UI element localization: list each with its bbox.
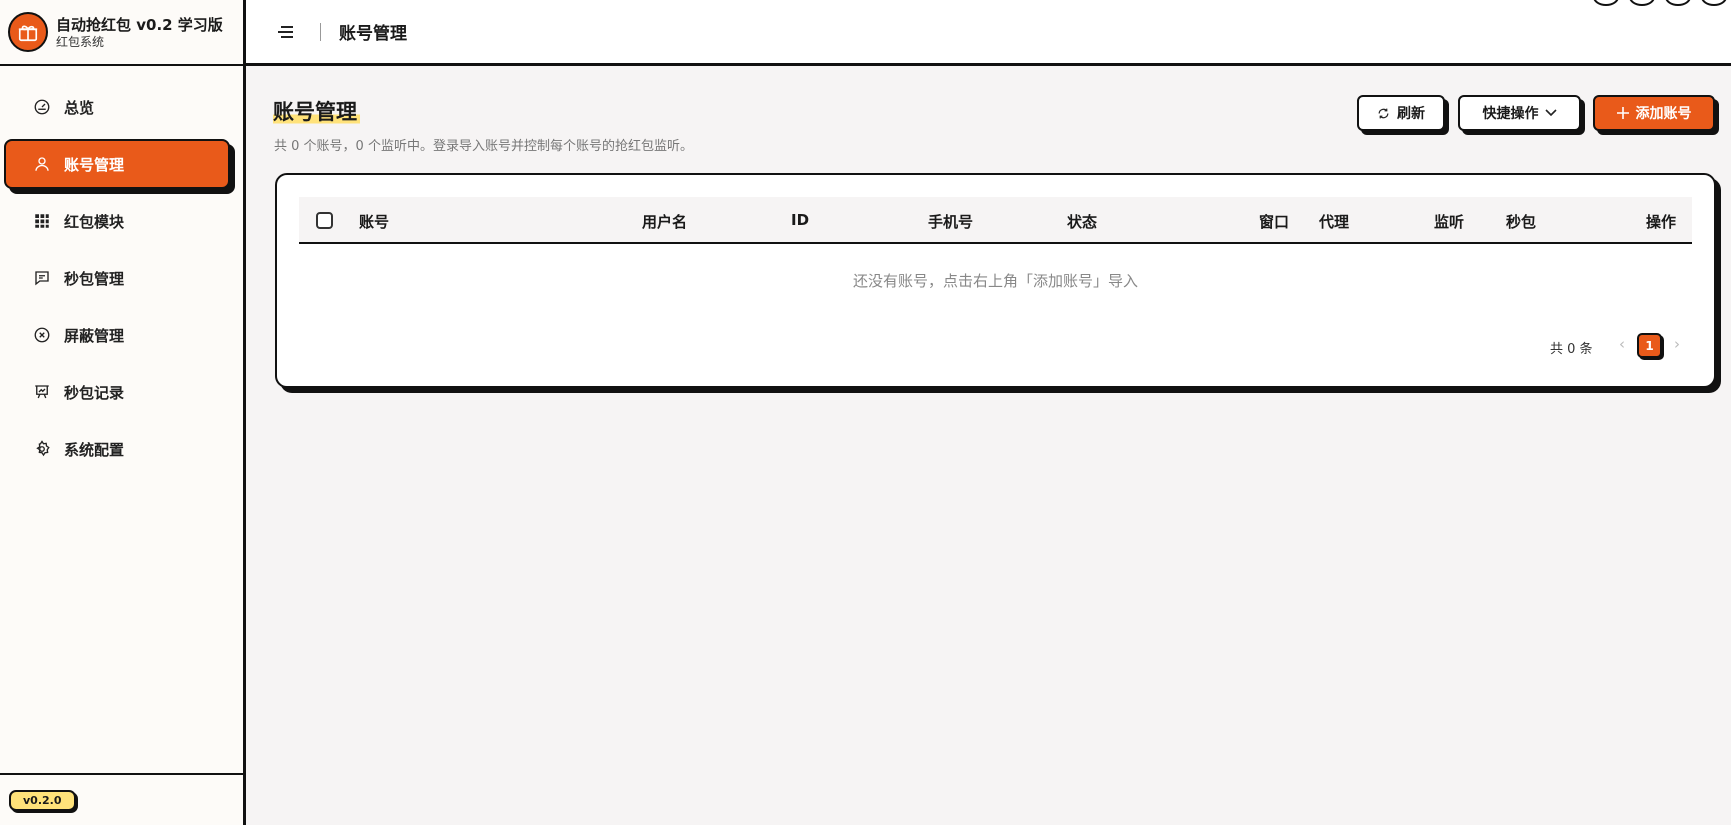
- gear-icon: [32, 439, 52, 459]
- brand-title: 自动抢红包 v0.2 学习版: [56, 15, 223, 34]
- header-action-button[interactable]: [1629, 0, 1655, 6]
- select-all-checkbox[interactable]: [316, 212, 333, 229]
- accounts-table-card: 账号 用户名 ID 手机号 状态 窗口 代理 监听 秒包 操作 还没有账号，点击…: [275, 173, 1716, 388]
- column-header[interactable]: 操作: [1646, 211, 1676, 232]
- refresh-label: 刷新: [1397, 106, 1425, 122]
- page-subtitle: 共 0 个账号，0 个监听中。登录导入账号并控制每个账号的抢红包监听。: [274, 139, 693, 154]
- sidebar-item-block-management[interactable]: 屏蔽管理: [4, 310, 230, 360]
- pagination-current-page[interactable]: 1: [1637, 333, 1662, 358]
- sidebar-item-label: 总览: [64, 98, 95, 117]
- table-header: 账号 用户名 ID 手机号 状态 窗口 代理 监听 秒包 操作: [299, 197, 1692, 244]
- sidebar: 自动抢红包 v0.2 学习版 红包系统 总览 账号管理 红包模块 秒包管理 屏蔽…: [0, 0, 246, 825]
- sidebar-item-redpacket-modules[interactable]: 红包模块: [4, 196, 230, 246]
- sidebar-footer: v0.2.0: [0, 773, 243, 825]
- header-action-button[interactable]: [1701, 0, 1727, 6]
- page-title: 账号管理: [273, 96, 360, 126]
- chevron-down-icon: [1544, 109, 1557, 117]
- sidebar-item-label: 屏蔽管理: [64, 326, 125, 345]
- empty-state-message: 还没有账号，点击右上角「添加账号」导入: [852, 272, 1138, 290]
- column-header[interactable]: 窗口: [1259, 211, 1289, 232]
- sidebar-nav: 总览 账号管理 红包模块 秒包管理 屏蔽管理 秒包记录 系统配置: [0, 66, 243, 474]
- column-header[interactable]: 代理: [1319, 211, 1349, 232]
- refresh-icon: [1377, 107, 1390, 120]
- column-header[interactable]: 状态: [1067, 211, 1097, 232]
- header-divider: [320, 22, 321, 41]
- sidebar-item-snipe-records[interactable]: 秒包记录: [4, 367, 230, 417]
- add-account-label: 添加账号: [1635, 106, 1692, 122]
- sidebar-item-label: 账号管理: [64, 155, 125, 174]
- chevron-right-icon[interactable]: ›: [1674, 335, 1680, 353]
- column-header[interactable]: 监听: [1434, 211, 1464, 232]
- column-header[interactable]: 手机号: [928, 211, 973, 232]
- breadcrumb-title: 账号管理: [339, 24, 407, 44]
- pagination-total: 共 0 条: [1550, 342, 1593, 357]
- column-header[interactable]: 秒包: [1506, 211, 1536, 232]
- add-account-button[interactable]: 添加账号: [1593, 95, 1715, 131]
- sidebar-item-system-config[interactable]: 系统配置: [4, 424, 230, 474]
- column-header[interactable]: 账号: [359, 211, 389, 232]
- brand: 自动抢红包 v0.2 学习版 红包系统: [0, 0, 243, 66]
- header-action-button[interactable]: [1593, 0, 1619, 6]
- column-header[interactable]: 用户名: [642, 211, 687, 232]
- menu-toggle-icon[interactable]: [276, 22, 296, 42]
- brand-subtitle: 红包系统: [56, 34, 105, 49]
- header-action-button[interactable]: [1665, 0, 1691, 6]
- sidebar-item-overview[interactable]: 总览: [4, 82, 230, 132]
- sidebar-item-label: 系统配置: [64, 440, 125, 459]
- gauge-icon: [32, 97, 52, 117]
- block-icon: [32, 325, 52, 345]
- column-header[interactable]: ID: [791, 211, 809, 229]
- top-header: 账号管理: [246, 0, 1731, 66]
- plus-icon: [1616, 107, 1629, 119]
- gift-icon: [8, 12, 48, 52]
- quick-actions-label: 快捷操作: [1482, 106, 1539, 122]
- message-icon: [32, 268, 52, 288]
- sidebar-item-label: 红包模块: [64, 212, 125, 231]
- chart-board-icon: [32, 382, 52, 402]
- version-badge: v0.2.0: [9, 790, 76, 811]
- header-action-group: [1593, 0, 1727, 6]
- quick-actions-dropdown[interactable]: 快捷操作: [1458, 95, 1581, 131]
- sidebar-item-snipe-management[interactable]: 秒包管理: [4, 253, 230, 303]
- user-icon: [32, 154, 52, 174]
- sidebar-item-label: 秒包管理: [64, 269, 125, 288]
- sidebar-item-accounts[interactable]: 账号管理: [4, 139, 230, 189]
- chevron-left-icon[interactable]: ‹: [1619, 335, 1625, 353]
- grid-icon: [32, 211, 52, 231]
- refresh-button[interactable]: 刷新: [1357, 95, 1445, 131]
- sidebar-item-label: 秒包记录: [64, 383, 125, 402]
